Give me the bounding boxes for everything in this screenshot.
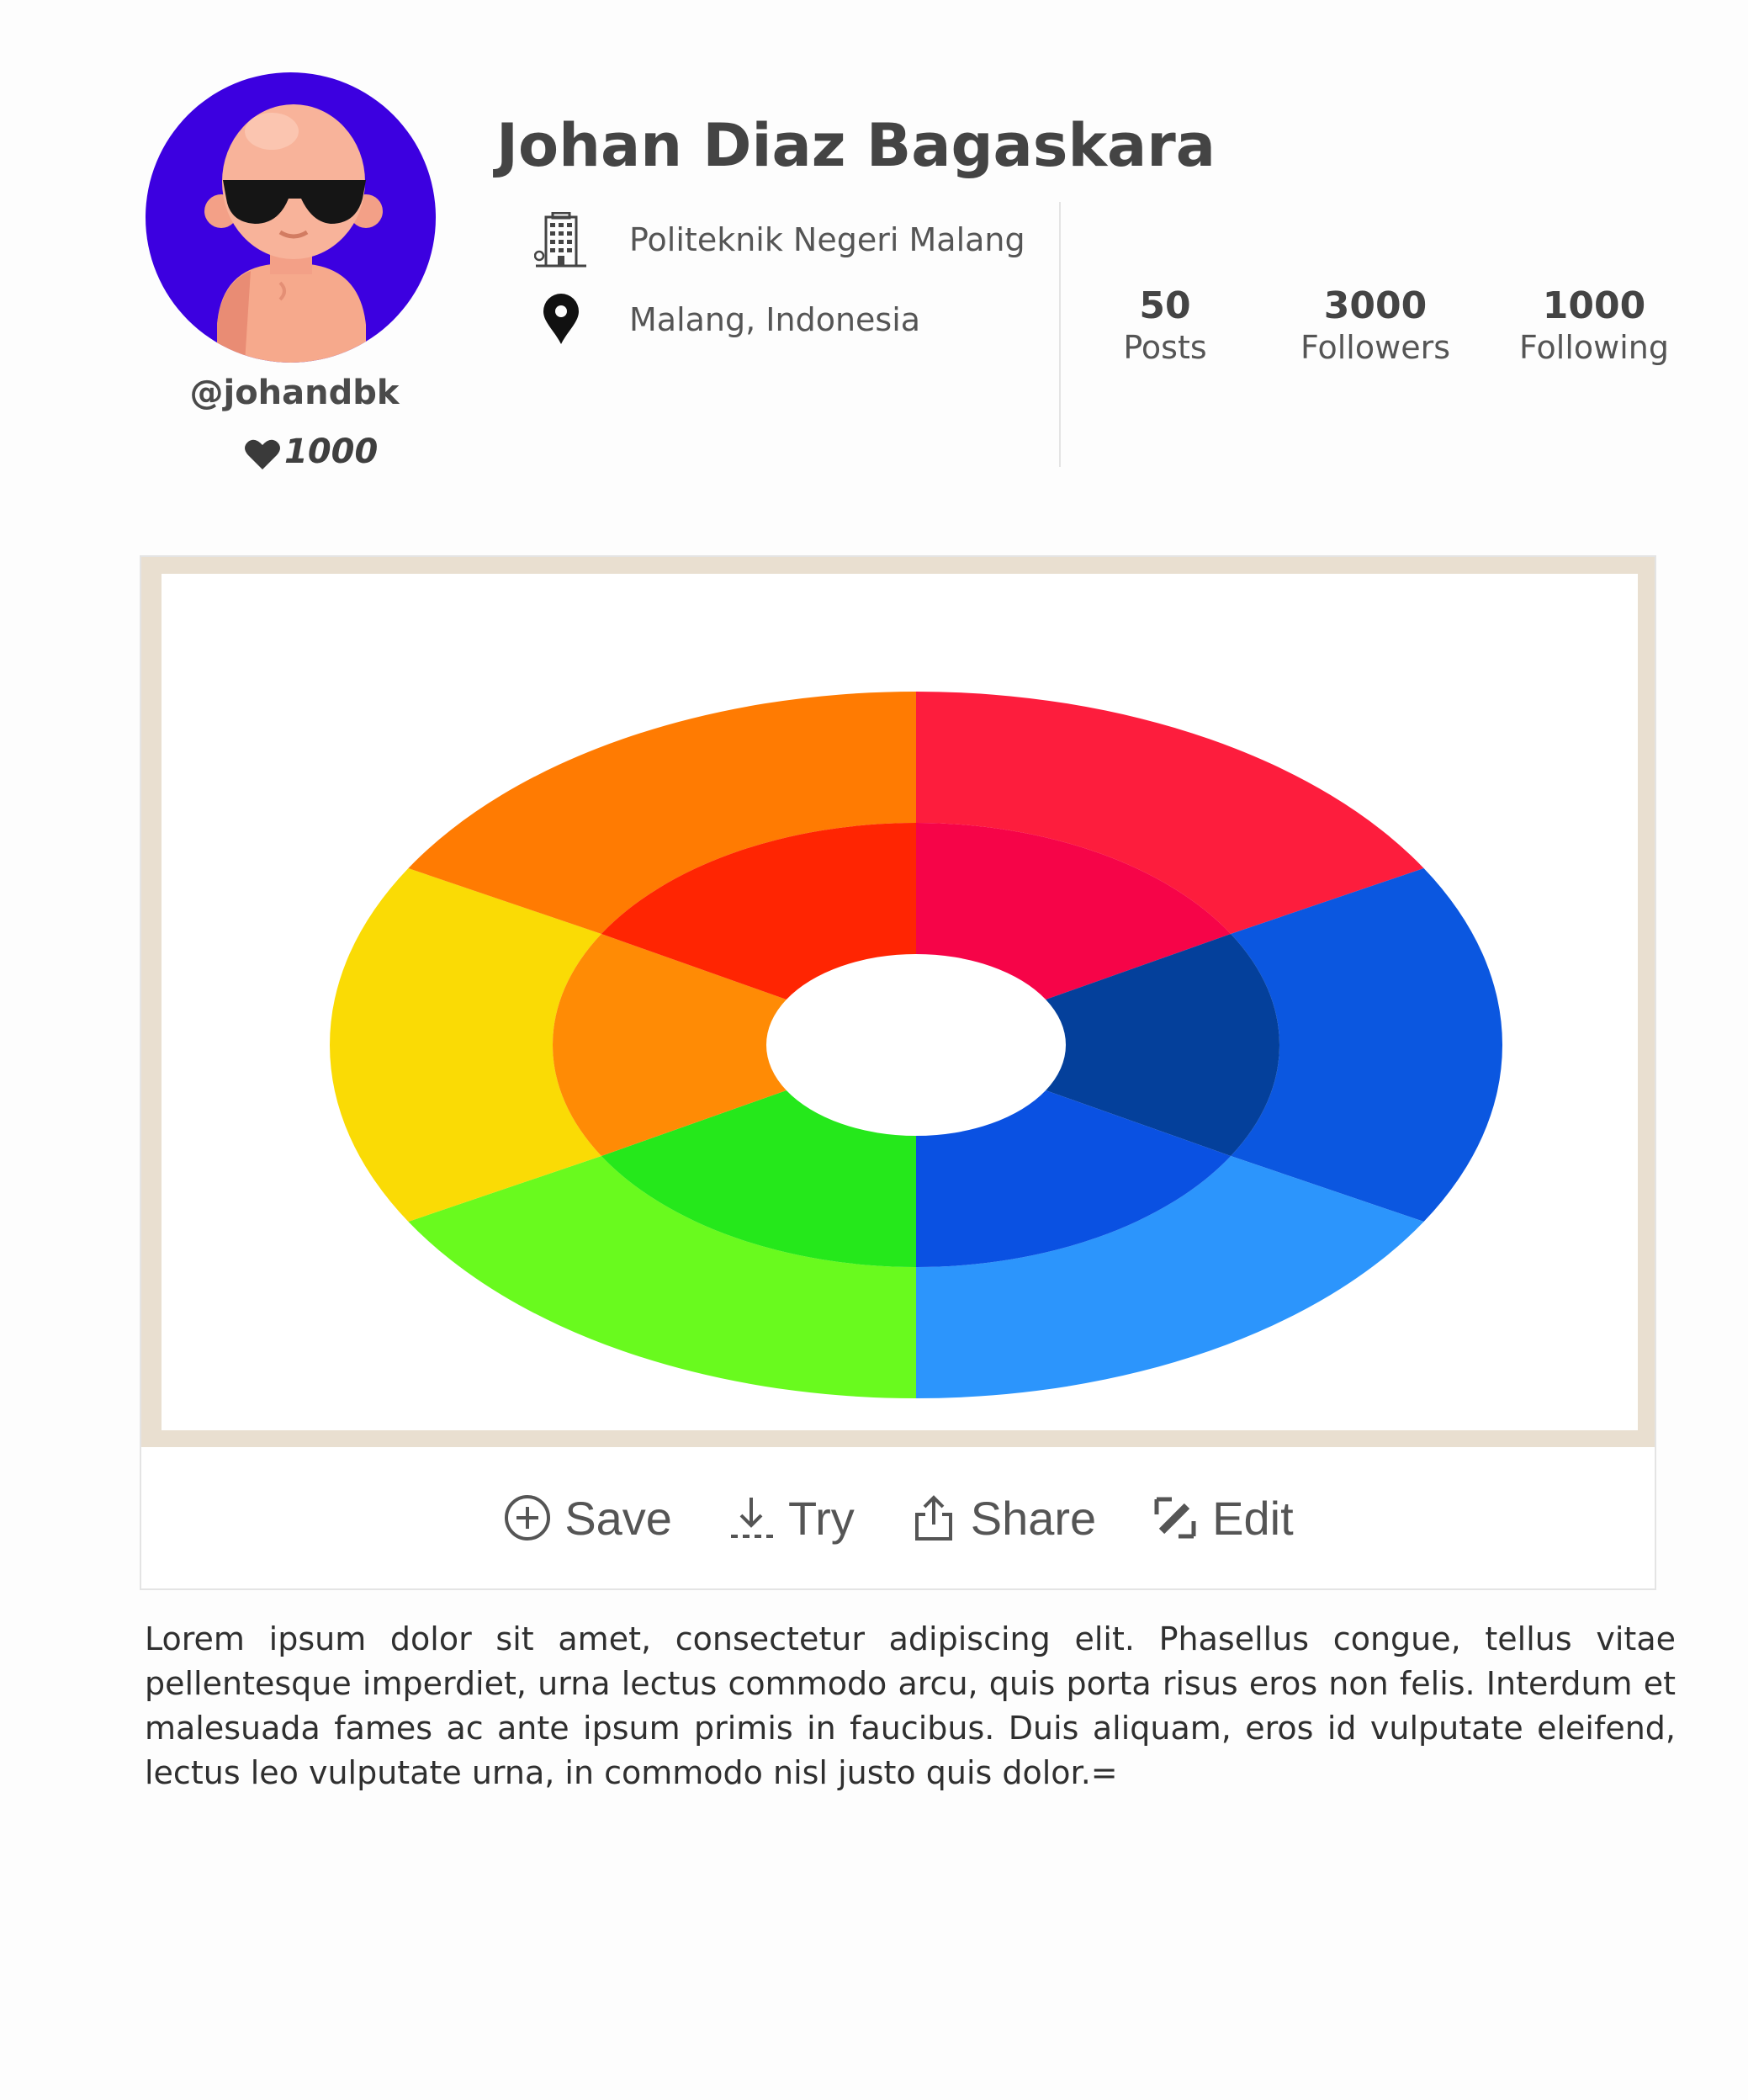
edit-icon [1154,1497,1196,1539]
post-description: Lorem ipsum dolor sit amet, consectetur … [145,1620,1676,1791]
header-divider [1059,202,1061,467]
save-button[interactable]: Save [502,1491,672,1546]
map-pin-icon [530,290,592,349]
plus-circle-icon [505,1495,551,1541]
followers-label: Followers [1300,329,1450,366]
share-icon [914,1495,952,1541]
heart-icon[interactable] [244,438,281,469]
post-image-frame [141,557,1655,1447]
try-button[interactable]: Try [726,1491,855,1546]
avatar[interactable] [146,72,436,363]
username: @johandbk [189,374,400,412]
posts-label: Posts [1123,329,1207,366]
post-actions: Save Try Share Edit [141,1447,1655,1588]
likes-count: 1000 [244,431,378,469]
share-button[interactable]: Share [908,1491,1096,1546]
color-wheel-image [329,692,1502,1398]
share-label: Share [970,1491,1097,1545]
location-row: Malang, Indonesia [530,290,920,349]
following-count: 1000 [1542,284,1646,327]
post-card: Save Try Share Edit [140,555,1656,1590]
post-image[interactable] [162,574,1638,1430]
location-text: Malang, Indonesia [629,301,921,338]
likes-value: 1000 [284,432,379,469]
avatar-illustration [204,104,383,363]
edit-button[interactable]: Edit [1150,1491,1294,1546]
posts-count: 50 [1139,284,1191,327]
edit-label: Edit [1212,1491,1294,1545]
stat-posts[interactable]: 50 Posts [1110,284,1220,367]
stat-followers[interactable]: 3000 Followers [1295,284,1455,367]
institution-text: Politeknik Negeri Malang [629,221,1025,258]
profile-name: Johan Diaz Bagaskara [496,111,1216,180]
stat-following[interactable]: 1000 Following [1514,284,1674,367]
institution-row: Politeknik Negeri Malang [530,210,1025,269]
save-label: Save [564,1491,672,1545]
try-label: Try [787,1491,855,1545]
following-label: Following [1519,329,1669,366]
followers-count: 3000 [1323,284,1428,327]
building-icon [530,210,592,269]
download-icon [730,1498,773,1538]
